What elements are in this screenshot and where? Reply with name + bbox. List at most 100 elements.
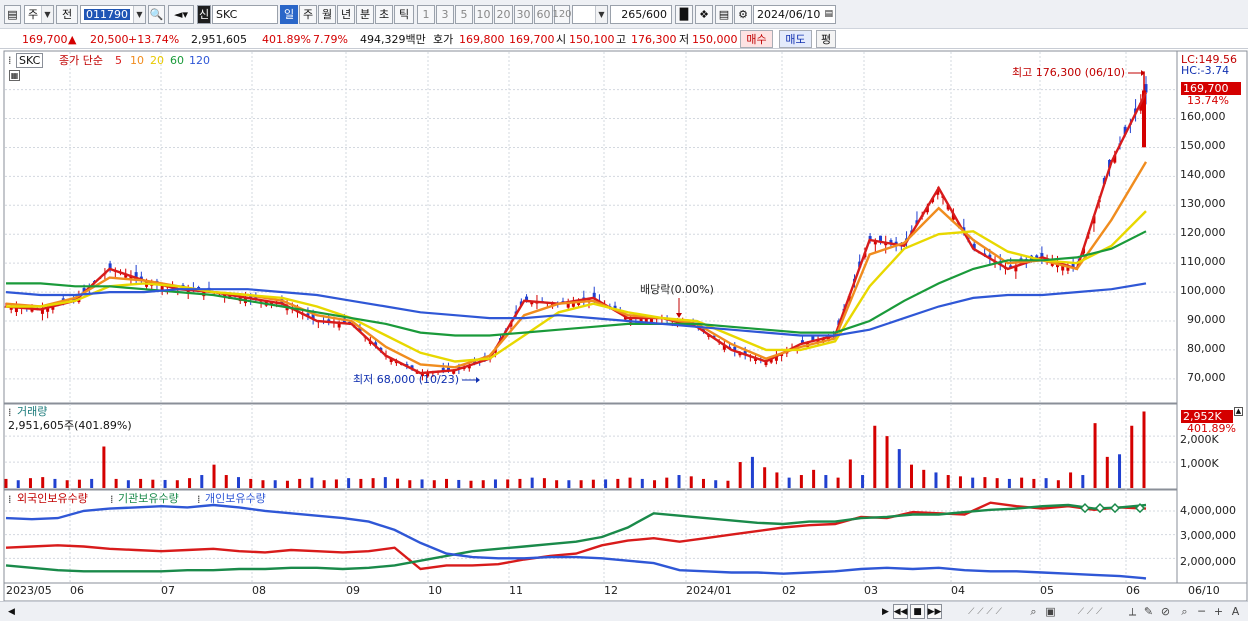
volume-panel-frame: [3, 403, 1178, 490]
volume-bar: [126, 480, 130, 488]
volume-bar: [738, 462, 742, 488]
ruler-icon[interactable]: ⟂: [1125, 604, 1140, 619]
period-second-button[interactable]: 초: [375, 5, 393, 24]
volume-bar: [775, 472, 779, 488]
step-30-button[interactable]: 30: [514, 5, 533, 24]
legend-ma5: 5: [115, 54, 122, 67]
grid-icon[interactable]: ▦: [9, 70, 20, 81]
x-axis-area: [3, 582, 1248, 601]
stock-chart[interactable]: [0, 50, 1248, 601]
zoom-plus-icon[interactable]: +: [1211, 604, 1226, 619]
x-tick: 2023/05: [6, 584, 52, 597]
volume-value: 2,951,605: [191, 32, 247, 46]
scroll-left-icon[interactable]: ◀: [4, 604, 19, 619]
scroll-right-icon[interactable]: ▶: [878, 604, 893, 619]
step-60-button[interactable]: 60: [534, 5, 553, 24]
volume-bar: [408, 480, 412, 488]
volume-bar: [310, 477, 314, 488]
calendar-icon[interactable]: ▤: [824, 10, 833, 19]
volume-bar: [836, 477, 840, 488]
holdings-foreign-label: 외국인보유수량: [17, 492, 88, 505]
volume-bar: [1044, 478, 1048, 488]
magnifier-icon[interactable]: ⌕: [1177, 604, 1192, 619]
stock-name-field[interactable]: SKC: [212, 5, 278, 24]
volume-bar: [1081, 475, 1085, 488]
volume-bar: [506, 479, 510, 488]
volume-bar: [151, 479, 155, 488]
period-tick-button[interactable]: 틱: [394, 5, 414, 24]
bar-count-field[interactable]: 265/600: [610, 5, 672, 24]
volume-bar: [1105, 456, 1109, 488]
volume-bar: [726, 480, 730, 488]
low-label: 저: [679, 33, 690, 46]
volume-tick: 2,000K: [1180, 433, 1219, 446]
period-unit-select[interactable]: 주 ▼: [24, 5, 54, 24]
last-page-icon[interactable]: ▶▶: [927, 604, 942, 619]
holdings-dots-icon: ⁞: [8, 493, 12, 506]
speaker-icon[interactable]: ◄▾: [168, 5, 194, 24]
period-minute-button[interactable]: 분: [356, 5, 374, 24]
legend-stock-name[interactable]: SKC: [16, 53, 44, 68]
period-year-button[interactable]: 년: [337, 5, 355, 24]
overlay-tools-icon[interactable]: ⟋ ⟋ ⟋: [1060, 604, 1120, 619]
volume-readout: 2,951,605주(401.89%): [8, 419, 132, 432]
high-annotation: 최고 176,300 (06/10): [1012, 66, 1126, 79]
volume-bar: [236, 477, 240, 488]
period-month-button[interactable]: 월: [318, 5, 336, 24]
volume-bar: [396, 478, 400, 488]
volume-bar: [640, 478, 644, 488]
period-day-button[interactable]: 일: [280, 5, 298, 24]
volume-bar: [701, 478, 705, 488]
bar-count-max: /600: [642, 8, 667, 21]
layout-icon[interactable]: ▣: [1043, 604, 1058, 619]
step-5-button[interactable]: 5: [455, 5, 473, 24]
ask-price: 169,800: [459, 32, 505, 46]
dividend-annotation: 배당락(0.00%): [640, 283, 714, 296]
draw-tool-icon[interactable]: ❖: [695, 5, 713, 24]
step-20-button[interactable]: 20: [494, 5, 513, 24]
save-icon[interactable]: ▤: [715, 5, 733, 24]
x-tick: 06: [70, 584, 84, 597]
volume-bar: [591, 479, 595, 488]
font-size-icon[interactable]: A: [1228, 604, 1243, 619]
period-week-button[interactable]: 주: [299, 5, 317, 24]
volume-bar: [995, 478, 999, 488]
step-1-button[interactable]: 1: [417, 5, 435, 24]
eval-button[interactable]: 평: [816, 30, 836, 48]
volume-bar: [567, 480, 571, 488]
volume-bar: [53, 478, 57, 488]
candle-type-icon[interactable]: █: [675, 5, 693, 24]
x-tick: 11: [509, 584, 523, 597]
clear-icon[interactable]: ⊘: [1158, 604, 1173, 619]
zoom-minus-icon[interactable]: ─: [1194, 604, 1209, 619]
stock-code-input[interactable]: 011790 ▼: [80, 5, 146, 24]
step-120-button[interactable]: 120: [552, 5, 572, 24]
drawing-tools-icon[interactable]: ⟋ ⟋ ⟋ ⟋: [950, 604, 1020, 619]
first-page-icon[interactable]: ◀◀: [893, 604, 908, 619]
volume-bar: [200, 475, 204, 488]
volume-bar: [714, 480, 718, 488]
zoom-out-tool-icon[interactable]: ⌕: [1026, 604, 1041, 619]
volume-bar: [934, 472, 938, 488]
chart-menu-icon[interactable]: ▤: [4, 5, 21, 24]
buy-button[interactable]: 매수: [740, 30, 773, 48]
search-icon[interactable]: 🔍: [148, 5, 165, 24]
step-10-button[interactable]: 10: [474, 5, 493, 24]
maximize-icon[interactable]: ▲: [1234, 407, 1243, 416]
volume-bar: [445, 478, 449, 488]
volume-bar: [4, 478, 8, 488]
stop-icon[interactable]: ■: [910, 604, 925, 619]
volume-bar: [873, 425, 877, 488]
volume-bar: [383, 477, 387, 488]
sell-button[interactable]: 매도: [779, 30, 812, 48]
date-field[interactable]: 2024/06/10 ▤: [753, 5, 836, 24]
prev-button[interactable]: 전: [56, 5, 78, 24]
volume-bar: [885, 436, 889, 488]
step-3-button[interactable]: 3: [436, 5, 454, 24]
volume-bar: [1093, 423, 1097, 488]
step-custom-select[interactable]: ▼: [572, 5, 608, 24]
volume-bar: [1130, 425, 1134, 488]
volume-bar: [322, 480, 326, 488]
gear-icon[interactable]: ⚙: [734, 5, 752, 24]
draw-icon[interactable]: ✎: [1141, 604, 1156, 619]
